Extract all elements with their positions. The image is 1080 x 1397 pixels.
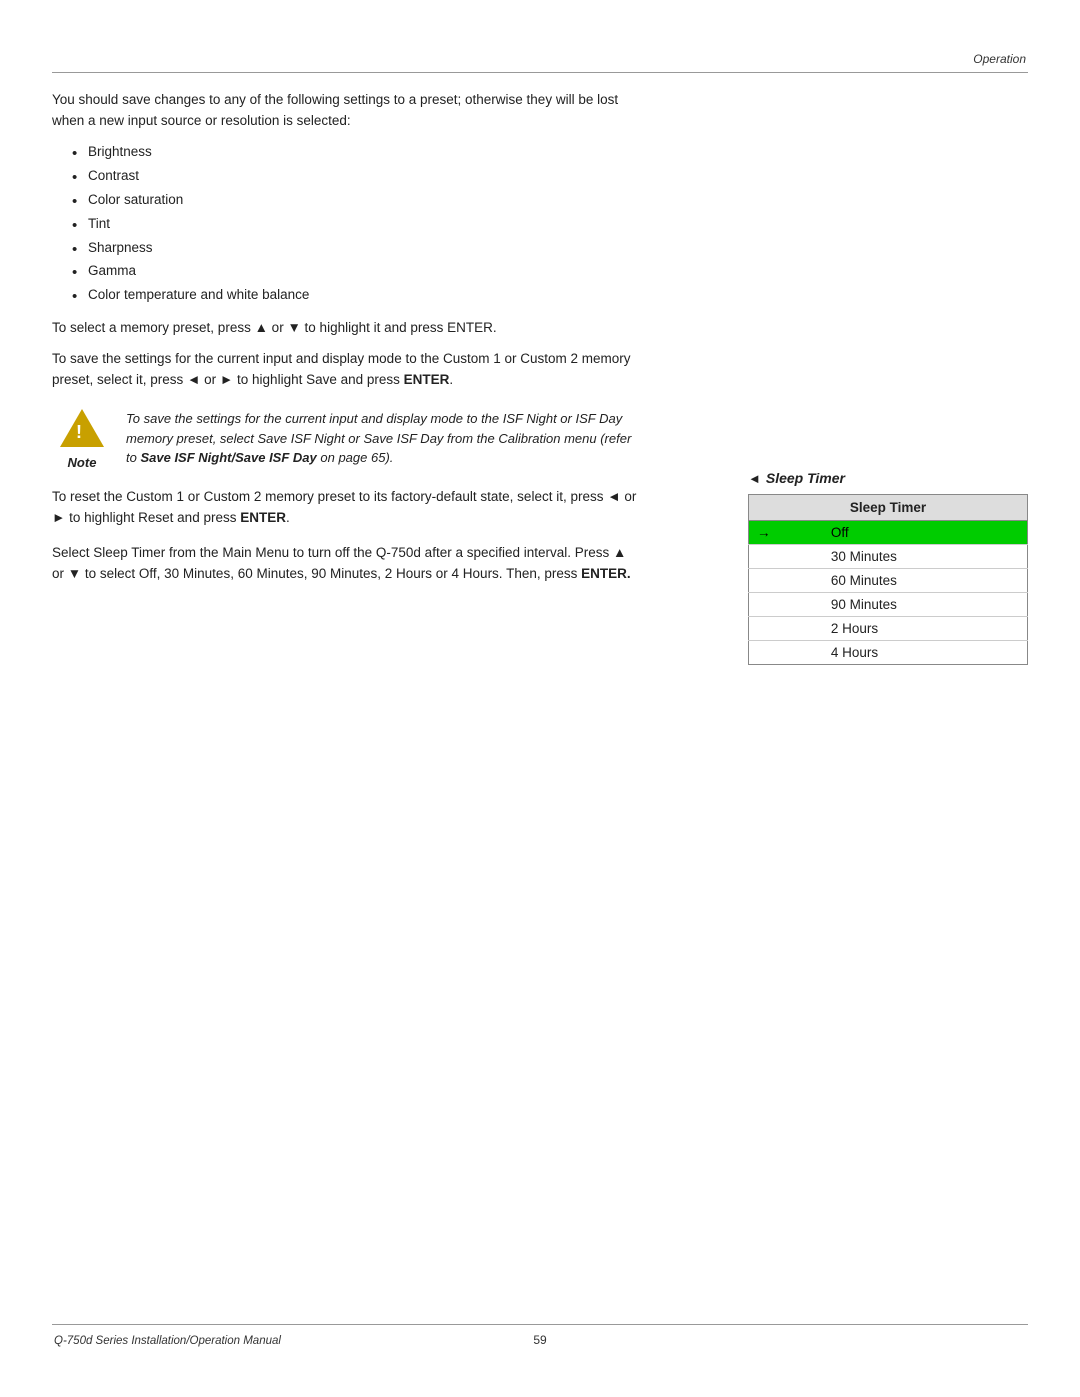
sleep-timer-row-90min: 90 Minutes bbox=[749, 593, 1028, 617]
note-label: Note bbox=[68, 453, 97, 473]
row-label-30min: 30 Minutes bbox=[823, 545, 1028, 569]
para-sleep-timer: Select Sleep Timer from the Main Menu to… bbox=[52, 543, 642, 585]
note-box: Note To save the settings for the curren… bbox=[52, 409, 642, 473]
top-rule bbox=[52, 72, 1028, 73]
row-arrow-90min bbox=[749, 593, 823, 617]
row-label-60min: 60 Minutes bbox=[823, 569, 1028, 593]
arrow-left-icon: ◄ bbox=[748, 471, 761, 486]
sleep-timer-table-header: Sleep Timer bbox=[749, 495, 1028, 521]
intro-paragraph: You should save changes to any of the fo… bbox=[52, 90, 642, 132]
row-label-2hours: 2 Hours bbox=[823, 617, 1028, 641]
main-content: You should save changes to any of the fo… bbox=[52, 90, 642, 595]
bullet-item-contrast: Contrast bbox=[72, 166, 642, 187]
sleep-timer-row-2hours: 2 Hours bbox=[749, 617, 1028, 641]
row-label-90min: 90 Minutes bbox=[823, 593, 1028, 617]
warning-triangle-icon bbox=[60, 409, 104, 447]
sleep-timer-row-60min: 60 Minutes bbox=[749, 569, 1028, 593]
row-label-off: Off bbox=[823, 521, 1028, 545]
sleep-timer-panel: ◄ Sleep Timer Sleep Timer → Off 30 Minut… bbox=[748, 470, 1028, 665]
sleep-timer-row-off: → Off bbox=[749, 521, 1028, 545]
sleep-timer-header-cell: Sleep Timer bbox=[749, 495, 1028, 521]
sleep-timer-heading: ◄ Sleep Timer bbox=[748, 470, 1028, 486]
para-save-settings: To save the settings for the current inp… bbox=[52, 349, 642, 391]
sleep-timer-table: Sleep Timer → Off 30 Minutes 60 Minutes … bbox=[748, 494, 1028, 665]
sleep-timer-title: Sleep Timer bbox=[766, 470, 845, 486]
bullet-item-color-saturation: Color saturation bbox=[72, 190, 642, 211]
bullet-item-brightness: Brightness bbox=[72, 142, 642, 163]
footer-left: Q-750d Series Installation/Operation Man… bbox=[54, 1335, 281, 1347]
note-icon-area: Note bbox=[52, 409, 112, 473]
bullet-item-tint: Tint bbox=[72, 214, 642, 235]
para-reset-preset: To reset the Custom 1 or Custom 2 memory… bbox=[52, 487, 642, 529]
note-text: To save the settings for the current inp… bbox=[126, 409, 642, 468]
selected-arrow-icon: → bbox=[757, 525, 771, 540]
bullet-item-gamma: Gamma bbox=[72, 261, 642, 282]
bottom-rule bbox=[52, 1324, 1028, 1325]
row-arrow-2hours bbox=[749, 617, 823, 641]
row-arrow-30min bbox=[749, 545, 823, 569]
sleep-timer-row-30min: 30 Minutes bbox=[749, 545, 1028, 569]
bullet-list: Brightness Contrast Color saturation Tin… bbox=[72, 142, 642, 306]
sleep-timer-row-4hours: 4 Hours bbox=[749, 641, 1028, 665]
row-label-4hours: 4 Hours bbox=[823, 641, 1028, 665]
para-select-preset: To select a memory preset, press ▲ or ▼ … bbox=[52, 318, 642, 339]
bullet-item-sharpness: Sharpness bbox=[72, 238, 642, 259]
row-arrow-off: → bbox=[749, 521, 823, 545]
page-container: Operation You should save changes to any… bbox=[0, 0, 1080, 1397]
footer-page-number: 59 bbox=[533, 1333, 546, 1347]
row-arrow-60min bbox=[749, 569, 823, 593]
bullet-item-color-temp: Color temperature and white balance bbox=[72, 285, 642, 306]
operation-label: Operation bbox=[973, 52, 1026, 66]
row-arrow-4hours bbox=[749, 641, 823, 665]
